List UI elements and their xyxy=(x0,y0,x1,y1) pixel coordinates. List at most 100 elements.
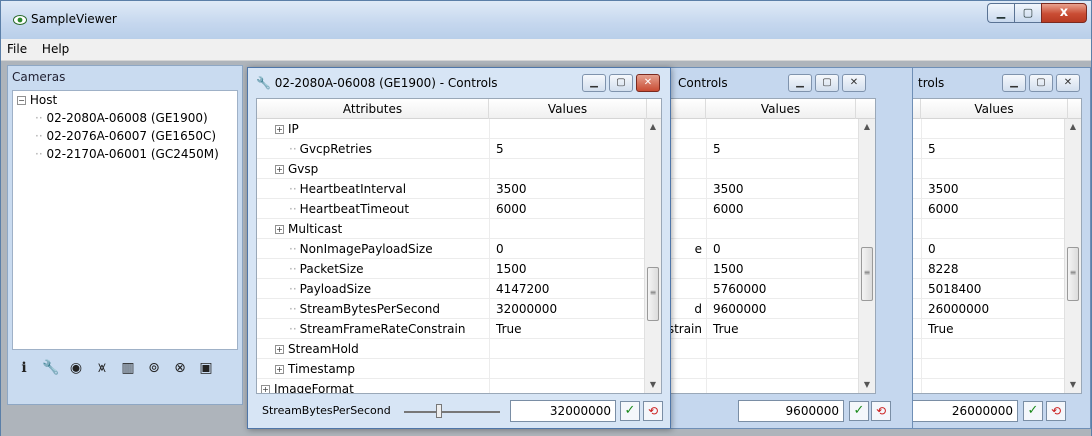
expand-icon[interactable]: + xyxy=(275,225,284,234)
table-row[interactable]: + Timestamp xyxy=(257,359,661,379)
vertical-scrollbar[interactable]: ▲ ≡ ▼ xyxy=(644,119,661,393)
table-row[interactable] xyxy=(651,159,875,179)
value-cell[interactable]: 0 xyxy=(489,239,504,259)
maximize-button[interactable]: ▢ xyxy=(1014,3,1041,23)
value-cell[interactable]: 8228 xyxy=(921,259,959,279)
expand-icon[interactable]: + xyxy=(275,165,284,174)
table-row[interactable] xyxy=(651,219,875,239)
scroll-down-icon[interactable]: ▼ xyxy=(645,377,661,393)
table-row[interactable] xyxy=(891,119,1081,139)
revert-button[interactable]: ⟲ xyxy=(1046,401,1066,421)
value-cell[interactable] xyxy=(489,219,496,239)
expand-icon[interactable]: + xyxy=(261,385,270,393)
close-button[interactable]: ✕ xyxy=(1056,74,1080,92)
settings-icon[interactable]: ⊗ xyxy=(172,360,188,376)
table-row[interactable]: 6000 xyxy=(891,199,1081,219)
scroll-up-icon[interactable]: ▲ xyxy=(859,119,875,135)
table-row[interactable]: 8228 xyxy=(891,259,1081,279)
value-cell[interactable] xyxy=(921,359,928,379)
table-row[interactable]: 3500 xyxy=(651,179,875,199)
table-row[interactable]: 26000000 xyxy=(891,299,1081,319)
collapse-icon[interactable]: − xyxy=(17,96,26,105)
title-bar[interactable]: SampleViewer ▁ ▢ x xyxy=(1,1,1091,39)
eye-icon[interactable]: ◉ xyxy=(68,360,84,376)
table-row[interactable] xyxy=(891,359,1081,379)
value-cell[interactable] xyxy=(706,159,713,179)
value-cell[interactable]: 1500 xyxy=(706,259,744,279)
tree-camera-item[interactable]: ·· 02-2080A-06008 (GE1900) xyxy=(35,111,208,125)
controls-window-middle[interactable]: Controls ▁ ▢ ✕ Values 5 3500 6000 e 0 1500 576… xyxy=(641,67,913,429)
table-row[interactable] xyxy=(891,159,1081,179)
focus-icon[interactable]: ⊚ xyxy=(146,360,162,376)
close-button[interactable]: x xyxy=(1041,3,1087,23)
close-button[interactable]: ✕ xyxy=(842,74,866,92)
histogram-icon[interactable]: ▥ xyxy=(120,360,136,376)
minimize-button[interactable]: ▁ xyxy=(582,74,606,92)
table-row[interactable]: 1500 xyxy=(651,259,875,279)
table-row[interactable]: d 9600000 xyxy=(651,299,875,319)
table-row[interactable]: strain True xyxy=(651,319,875,339)
expand-icon[interactable]: + xyxy=(275,345,284,354)
value-cell[interactable]: 0 xyxy=(921,239,936,259)
table-row[interactable]: + Gvsp xyxy=(257,159,661,179)
table-row[interactable]: 6000 xyxy=(651,199,875,219)
revert-button[interactable]: ⟲ xyxy=(871,401,891,421)
table-row[interactable]: + ImageFormat xyxy=(257,379,661,393)
value-cell[interactable] xyxy=(921,339,928,359)
value-cell[interactable]: 3500 xyxy=(489,179,527,199)
table-row[interactable] xyxy=(651,119,875,139)
value-cell[interactable]: 6000 xyxy=(706,199,744,219)
camera-tree[interactable]: − Host ·· 02-2080A-06008 (GE1900) ·· 02-… xyxy=(12,90,238,350)
table-row[interactable]: 0 xyxy=(891,239,1081,259)
value-cell[interactable] xyxy=(489,119,496,139)
scroll-up-icon[interactable]: ▲ xyxy=(1065,119,1081,135)
table-row[interactable] xyxy=(651,379,875,393)
table-row[interactable]: ·· StreamBytesPerSecond 32000000 xyxy=(257,299,661,319)
value-cell[interactable]: 5 xyxy=(706,139,721,159)
info-icon[interactable]: i xyxy=(16,360,32,376)
value-cell[interactable]: 5 xyxy=(489,139,504,159)
attribute-grid[interactable]: Attributes Values + IP ·· GvcpRetries 5 + Gvsp… xyxy=(256,98,662,394)
vertical-scrollbar[interactable]: ▲ ≡ ▼ xyxy=(858,119,875,393)
value-cell[interactable] xyxy=(706,219,713,239)
value-cell[interactable] xyxy=(706,379,713,393)
value-cell[interactable]: 4147200 xyxy=(489,279,549,299)
value-cell[interactable]: 0 xyxy=(706,239,721,259)
header-values[interactable]: Values xyxy=(706,99,856,119)
value-cell[interactable]: 32000000 xyxy=(489,299,557,319)
table-row[interactable]: ·· PacketSize 1500 xyxy=(257,259,661,279)
table-row[interactable]: ·· HeartbeatTimeout 6000 xyxy=(257,199,661,219)
menu-file[interactable]: File xyxy=(1,39,32,56)
save-icon[interactable]: ▣ xyxy=(198,360,214,376)
value-input[interactable]: 9600000 xyxy=(738,400,844,422)
value-cell[interactable]: 6000 xyxy=(489,199,527,219)
value-cell[interactable]: 5018400 xyxy=(921,279,981,299)
table-row[interactable]: 5 xyxy=(651,139,875,159)
table-row[interactable] xyxy=(651,339,875,359)
scroll-up-icon[interactable]: ▲ xyxy=(645,119,661,135)
maximize-button[interactable]: ▢ xyxy=(609,74,633,92)
value-cell[interactable] xyxy=(921,219,928,239)
expand-icon[interactable]: + xyxy=(275,365,284,374)
tree-camera-item[interactable]: ·· 02-2170A-06001 (GC2450M) xyxy=(35,147,219,161)
header-values[interactable]: Values xyxy=(489,99,647,119)
header-values[interactable]: Values xyxy=(921,99,1068,119)
attribute-grid[interactable]: Values 5 3500 6000 e 0 1500 5760000 d 9600000 str… xyxy=(650,98,876,394)
scroll-thumb[interactable]: ≡ xyxy=(647,267,659,321)
slider-thumb[interactable] xyxy=(436,404,442,418)
value-cell[interactable]: 3500 xyxy=(706,179,744,199)
header-attributes[interactable]: Attributes xyxy=(257,99,489,119)
scroll-down-icon[interactable]: ▼ xyxy=(859,377,875,393)
value-cell[interactable]: 26000000 xyxy=(921,299,989,319)
value-slider[interactable] xyxy=(404,411,500,413)
scroll-thumb[interactable]: ≡ xyxy=(1067,247,1079,301)
attribute-grid[interactable]: Values 5 3500 6000 0 8228 5018400 26000000 True… xyxy=(890,98,1082,394)
table-row[interactable]: ·· NonImagePayloadSize 0 xyxy=(257,239,661,259)
revert-button[interactable]: ⟲ xyxy=(643,401,663,421)
table-row[interactable]: 5 xyxy=(891,139,1081,159)
tree-camera-item[interactable]: ·· 02-2076A-06007 (GE1650C) xyxy=(35,129,216,143)
value-cell[interactable] xyxy=(489,359,496,379)
value-cell[interactable]: True xyxy=(706,319,739,339)
value-cell[interactable] xyxy=(489,379,496,393)
tree-host[interactable]: − Host xyxy=(17,93,57,107)
